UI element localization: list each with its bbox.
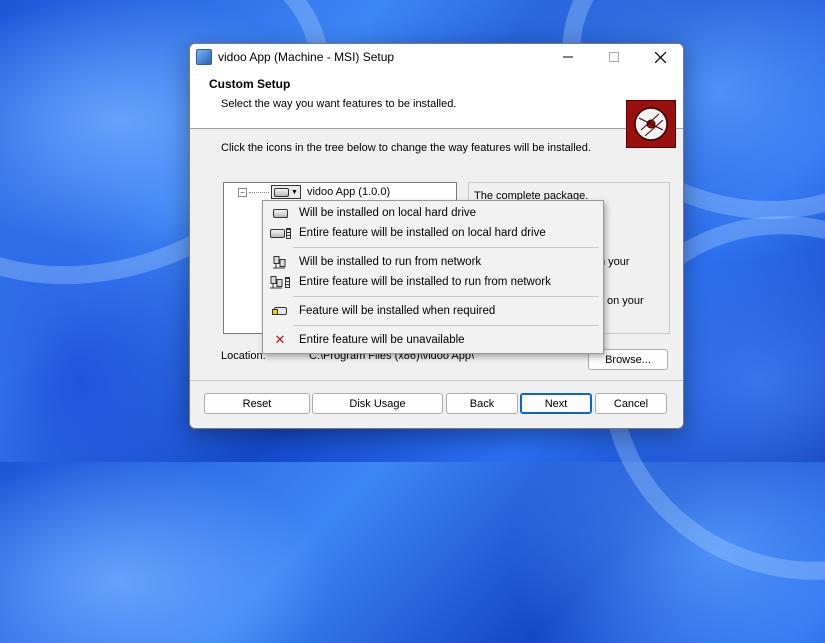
close-button[interactable] [637,44,683,70]
back-button[interactable]: Back [446,393,518,414]
setup-banner-logo [626,100,676,148]
install-state-context-menu: Will be installed on local hard drive En… [262,200,604,354]
menu-separator [293,247,599,248]
title-bar: vidoo App (Machine - MSI) Setup [190,44,683,70]
stack-icon [285,276,290,288]
description-fragment: on your [607,295,644,307]
disc-icon [634,107,668,141]
location-label: Location: [221,350,266,362]
stack-icon [285,227,291,239]
page-subtitle: Select the way you want features to be i… [221,98,457,110]
menu-item-install-when-required[interactable]: Feature will be installed when required [263,301,603,321]
hard-drive-icon [272,208,288,218]
installer-app-icon [196,49,212,65]
maximize-button[interactable] [591,44,637,70]
collapse-icon[interactable]: − [238,187,247,197]
feature-state-dropdown[interactable]: ▼ [271,185,301,199]
network-icon [273,255,286,268]
menu-item-label: Will be installed on local hard drive [299,207,477,219]
instructions-text: Click the icons in the tree below to cha… [221,142,591,154]
menu-item-label: Entire feature will be installed to run … [299,276,551,288]
cancel-button[interactable]: Cancel [595,393,667,414]
next-button[interactable]: Next [520,393,592,414]
menu-item-label: Entire feature will be installed on loca… [299,227,546,239]
network-stack-icon [270,275,283,288]
menu-separator [293,296,599,297]
unavailable-x-icon: ✕ [274,332,286,348]
menu-item-label: Feature will be installed when required [299,305,496,317]
close-icon [654,51,666,63]
hard-drive-icon [274,187,289,197]
tree-node-label: vidoo App (1.0.0) [306,186,391,198]
page-title: Custom Setup [209,77,291,91]
menu-item-run-from-network[interactable]: Will be installed to run from network [263,252,603,272]
menu-item-label: Entire feature will be unavailable [299,334,465,346]
window-title: vidoo App (Machine - MSI) Setup [218,50,395,64]
menu-item-unavailable[interactable]: ✕ Entire feature will be unavailable [263,330,603,350]
tree-connector [249,191,269,193]
maximize-icon [609,52,619,62]
minimize-button[interactable] [545,44,591,70]
menu-item-local-drive[interactable]: Will be installed on local hard drive [263,203,603,223]
footer-divider [190,380,683,381]
hard-drive-stack-icon [269,228,285,238]
reset-button[interactable]: Reset [204,393,310,414]
on-demand-icon [272,307,287,315]
menu-item-entire-local-drive[interactable]: Entire feature will be installed on loca… [263,223,603,243]
chevron-down-icon: ▼ [291,188,298,196]
minimize-icon [563,56,573,58]
disk-usage-button[interactable]: Disk Usage [312,393,443,414]
menu-separator [293,325,599,326]
menu-item-entire-run-from-network[interactable]: Entire feature will be installed to run … [263,272,603,292]
menu-item-label: Will be installed to run from network [299,256,482,268]
tree-node-root[interactable]: − ▼ vidoo App (1.0.0) [238,185,390,199]
wizard-header: Custom Setup Select the way you want fea… [190,70,683,148]
